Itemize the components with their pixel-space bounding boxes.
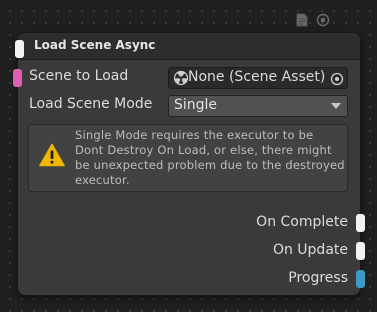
load-scene-mode-dropdown[interactable]: Single: [168, 95, 348, 117]
load-scene-async-node[interactable]: Load Scene Async Scene to Load None (Sce…: [13, 33, 365, 295]
chevron-down-icon: [331, 103, 341, 109]
exec-input-port[interactable]: [15, 40, 24, 58]
warning-icon: [39, 143, 65, 167]
load-scene-mode-value: Single: [174, 97, 218, 113]
warning-text: Single Mode requires the executor to be …: [75, 128, 345, 187]
node-header[interactable]: Load Scene Async: [18, 33, 360, 60]
on-complete-label: On Complete: [256, 214, 348, 230]
load-scene-mode-label: Load Scene Mode: [29, 96, 153, 112]
progress-port[interactable]: [356, 270, 365, 288]
object-picker-icon[interactable]: [330, 71, 344, 86]
document-icon[interactable]: [294, 12, 310, 28]
on-update-label: On Update: [272, 242, 348, 258]
scene-asset-icon: [173, 70, 189, 86]
node-title: Load Scene Async: [34, 38, 156, 52]
progress-label: Progress: [288, 270, 348, 286]
node-toolbar: [294, 12, 331, 28]
on-update-port[interactable]: [356, 242, 365, 260]
scene-to-load-label: Scene to Load: [29, 68, 129, 84]
warning-helpbox: Single Mode requires the executor to be …: [28, 124, 348, 192]
settings-icon[interactable]: [315, 12, 331, 28]
scene-input-port[interactable]: [13, 69, 22, 87]
scene-object-field[interactable]: None (Scene Asset): [168, 67, 348, 89]
on-complete-port[interactable]: [356, 214, 365, 232]
scene-object-value: None (Scene Asset): [188, 69, 326, 85]
